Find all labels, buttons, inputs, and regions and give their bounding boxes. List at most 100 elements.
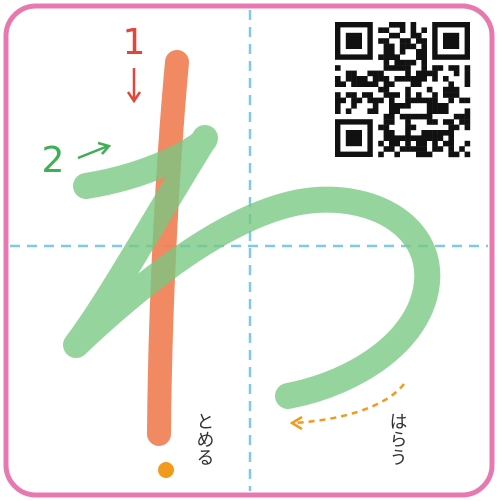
qr-module	[394, 135, 400, 141]
qr-module	[367, 81, 373, 87]
qr-module	[443, 119, 449, 125]
qr-module	[464, 108, 471, 114]
qr-module	[443, 130, 449, 136]
qr-module	[394, 32, 400, 39]
qr-module	[426, 70, 433, 77]
qr-module	[448, 140, 454, 147]
qr-module	[426, 97, 433, 104]
qr-module	[372, 108, 379, 114]
qr-module	[389, 130, 395, 136]
qr-module	[394, 22, 400, 28]
qr-module	[421, 113, 427, 120]
qr-module	[426, 86, 433, 93]
qr-module	[443, 92, 449, 98]
qr-module	[372, 103, 379, 109]
qr-module	[367, 108, 373, 114]
qr-module	[405, 103, 411, 109]
qr-module	[405, 76, 411, 82]
stroke-2-number: 2	[42, 140, 65, 181]
qr-module	[448, 65, 454, 71]
qr-module	[340, 97, 346, 104]
qr-module	[394, 54, 400, 60]
qr-module	[399, 113, 406, 120]
qr-module	[448, 97, 454, 104]
qr-module	[421, 130, 427, 136]
qr-finder-module	[345, 32, 362, 49]
qr-module	[345, 76, 352, 82]
qr-module	[410, 135, 417, 141]
qr-module	[416, 70, 422, 77]
qr-module	[459, 119, 465, 125]
qr-module	[410, 22, 417, 28]
qr-module	[389, 81, 395, 87]
qr-module	[389, 103, 395, 109]
qr-module	[421, 49, 427, 55]
qr-module	[448, 135, 454, 141]
qr-module	[410, 81, 417, 87]
qr-module	[383, 146, 390, 152]
qr-module	[410, 43, 417, 50]
qr-module	[405, 113, 411, 120]
qr-module	[389, 113, 395, 120]
qr-module	[356, 81, 363, 87]
qr-module	[416, 140, 422, 147]
qr-module	[432, 76, 438, 82]
qr-module	[399, 49, 406, 55]
qr-module	[464, 113, 471, 120]
qr-module	[410, 113, 417, 120]
qr-module	[464, 124, 471, 131]
qr-module	[464, 81, 471, 87]
qr-module	[351, 70, 357, 77]
qr-module	[405, 124, 411, 131]
qr-module	[426, 113, 433, 120]
qr-module	[389, 65, 395, 71]
qr-module	[383, 76, 390, 82]
qr-module	[426, 103, 433, 109]
qr-module	[378, 97, 384, 104]
qr-module	[362, 76, 368, 82]
qr-module	[389, 22, 395, 28]
qr-module	[453, 70, 460, 77]
qr-module	[416, 146, 422, 152]
qr-module	[432, 146, 438, 152]
qr-module	[437, 103, 444, 109]
qr-module	[394, 59, 400, 66]
qr-module	[421, 38, 427, 44]
qr-module	[399, 76, 406, 82]
qr-module	[335, 92, 341, 98]
qr-module	[421, 151, 427, 158]
qr-module	[453, 92, 460, 98]
qr-module	[383, 124, 390, 131]
qr-module	[378, 140, 384, 147]
qr-module	[432, 135, 438, 141]
qr-module	[340, 81, 346, 87]
qr-module	[416, 81, 422, 87]
qr-module	[448, 119, 454, 125]
sweep-label: はらう	[387, 412, 408, 466]
qr-module	[394, 76, 400, 82]
qr-module	[410, 124, 417, 131]
qr-module	[405, 146, 411, 152]
qr-module	[372, 81, 379, 87]
qr-module	[345, 92, 352, 98]
qr-module	[383, 119, 390, 125]
qr-module	[410, 97, 417, 104]
qr-module	[416, 32, 422, 39]
qr-module	[421, 59, 427, 66]
qr-module	[399, 59, 406, 66]
qr-module	[426, 108, 433, 114]
qr-module	[405, 65, 411, 71]
qr-module	[453, 65, 460, 71]
qr-module	[421, 70, 427, 77]
qr-module	[345, 108, 352, 114]
qr-module	[372, 70, 379, 77]
stop-dot	[158, 462, 174, 478]
qr-module	[432, 119, 438, 125]
qr-module	[459, 113, 465, 120]
qr-module	[389, 140, 395, 147]
qr-finder-module	[443, 32, 460, 49]
qr-module	[367, 92, 373, 98]
qr-module	[389, 32, 395, 39]
qr-module	[351, 97, 357, 104]
qr-module	[367, 97, 373, 104]
